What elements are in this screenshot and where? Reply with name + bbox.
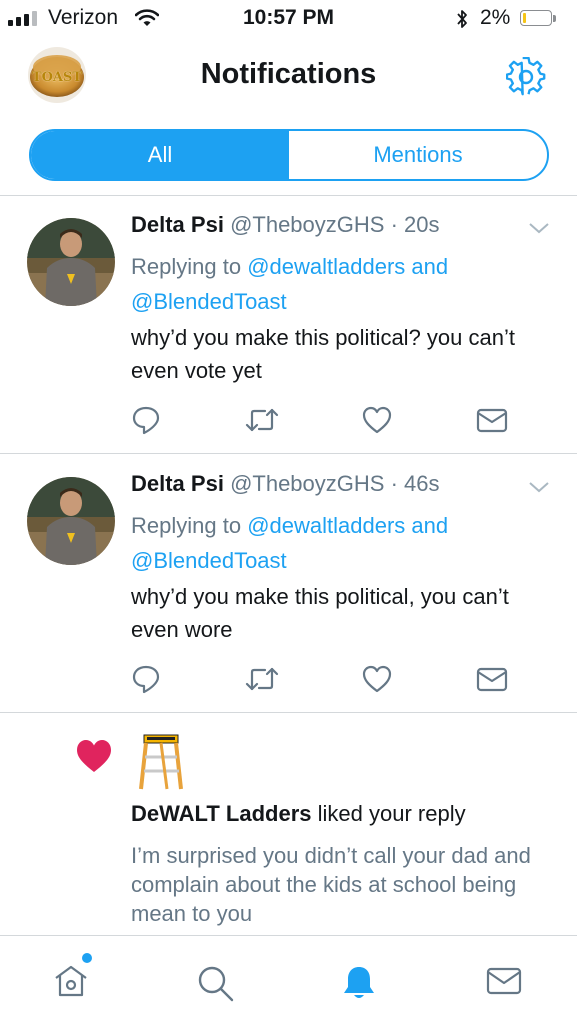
message-icon[interactable]: [475, 404, 509, 436]
battery-percentage: 2%: [480, 6, 511, 29]
message-icon[interactable]: [475, 663, 509, 695]
notifications-icon[interactable]: [340, 964, 378, 1002]
home-icon[interactable]: [53, 964, 89, 998]
retweet-icon[interactable]: [245, 404, 279, 436]
replying-to-label: Replying to: [131, 513, 242, 538]
liker-name[interactable]: DeWALT Ladders: [131, 801, 312, 826]
like-icon[interactable]: [361, 663, 393, 695]
replying-to-label: Replying to: [131, 254, 242, 279]
tab-all[interactable]: All: [31, 131, 289, 179]
like-icon[interactable]: [361, 404, 393, 436]
display-name[interactable]: Delta Psi: [131, 212, 224, 237]
status-bar: Verizon 10:57 PM 2%: [0, 0, 577, 38]
ladder-avatar[interactable]: [137, 733, 185, 791]
page-title: Notifications: [200, 58, 377, 90]
home-unread-dot: [82, 953, 92, 963]
tweet-time: · 46s: [390, 471, 440, 496]
tweet-header: Delta Psi @TheboyzGHS · 46s: [131, 471, 440, 497]
chevron-down-icon[interactable]: [528, 221, 550, 235]
replying-to: Replying to @dewaltladders and @BlendedT…: [131, 249, 551, 319]
notification-tweet[interactable]: Delta Psi @TheboyzGHS · 20s Replying to …: [0, 196, 577, 453]
search-icon[interactable]: [196, 964, 236, 1002]
tweet-header: Delta Psi @TheboyzGHS · 20s: [131, 212, 440, 238]
heart-icon: [75, 738, 113, 774]
user-handle[interactable]: @TheboyzGHS: [230, 212, 384, 237]
reply-icon[interactable]: [130, 404, 162, 436]
display-name[interactable]: Delta Psi: [131, 471, 224, 496]
tab-mentions[interactable]: Mentions: [289, 131, 547, 179]
chevron-down-icon[interactable]: [528, 480, 550, 494]
bluetooth-icon: [455, 8, 469, 30]
like-summary: DeWALT Ladders liked your reply: [131, 801, 466, 827]
messages-icon[interactable]: [485, 964, 523, 998]
battery-icon: [520, 10, 552, 26]
divider: [0, 712, 577, 713]
liked-reply-text: I’m surprised you didn’t call your dad a…: [131, 843, 531, 926]
bottom-tab-bar: [0, 935, 577, 1025]
divider: [0, 453, 577, 454]
user-avatar[interactable]: [27, 218, 115, 306]
tweet-time: · 20s: [390, 212, 440, 237]
replying-to: Replying to @dewaltladders and @BlendedT…: [131, 508, 551, 578]
tweet-text: why’d you make this political? you can’t…: [131, 325, 515, 383]
retweet-icon[interactable]: [245, 663, 279, 695]
like-action: liked your reply: [317, 801, 466, 826]
user-handle[interactable]: @TheboyzGHS: [230, 471, 384, 496]
gear-icon[interactable]: [506, 57, 546, 97]
tweet-text: why’d you make this political, you can’t…: [131, 584, 509, 642]
notifications-filter: All Mentions: [29, 129, 549, 181]
notification-tweet[interactable]: Delta Psi @TheboyzGHS · 46s Replying to …: [0, 455, 577, 712]
reply-icon[interactable]: [130, 663, 162, 695]
battery-tip: [553, 15, 556, 22]
user-avatar[interactable]: [27, 477, 115, 565]
